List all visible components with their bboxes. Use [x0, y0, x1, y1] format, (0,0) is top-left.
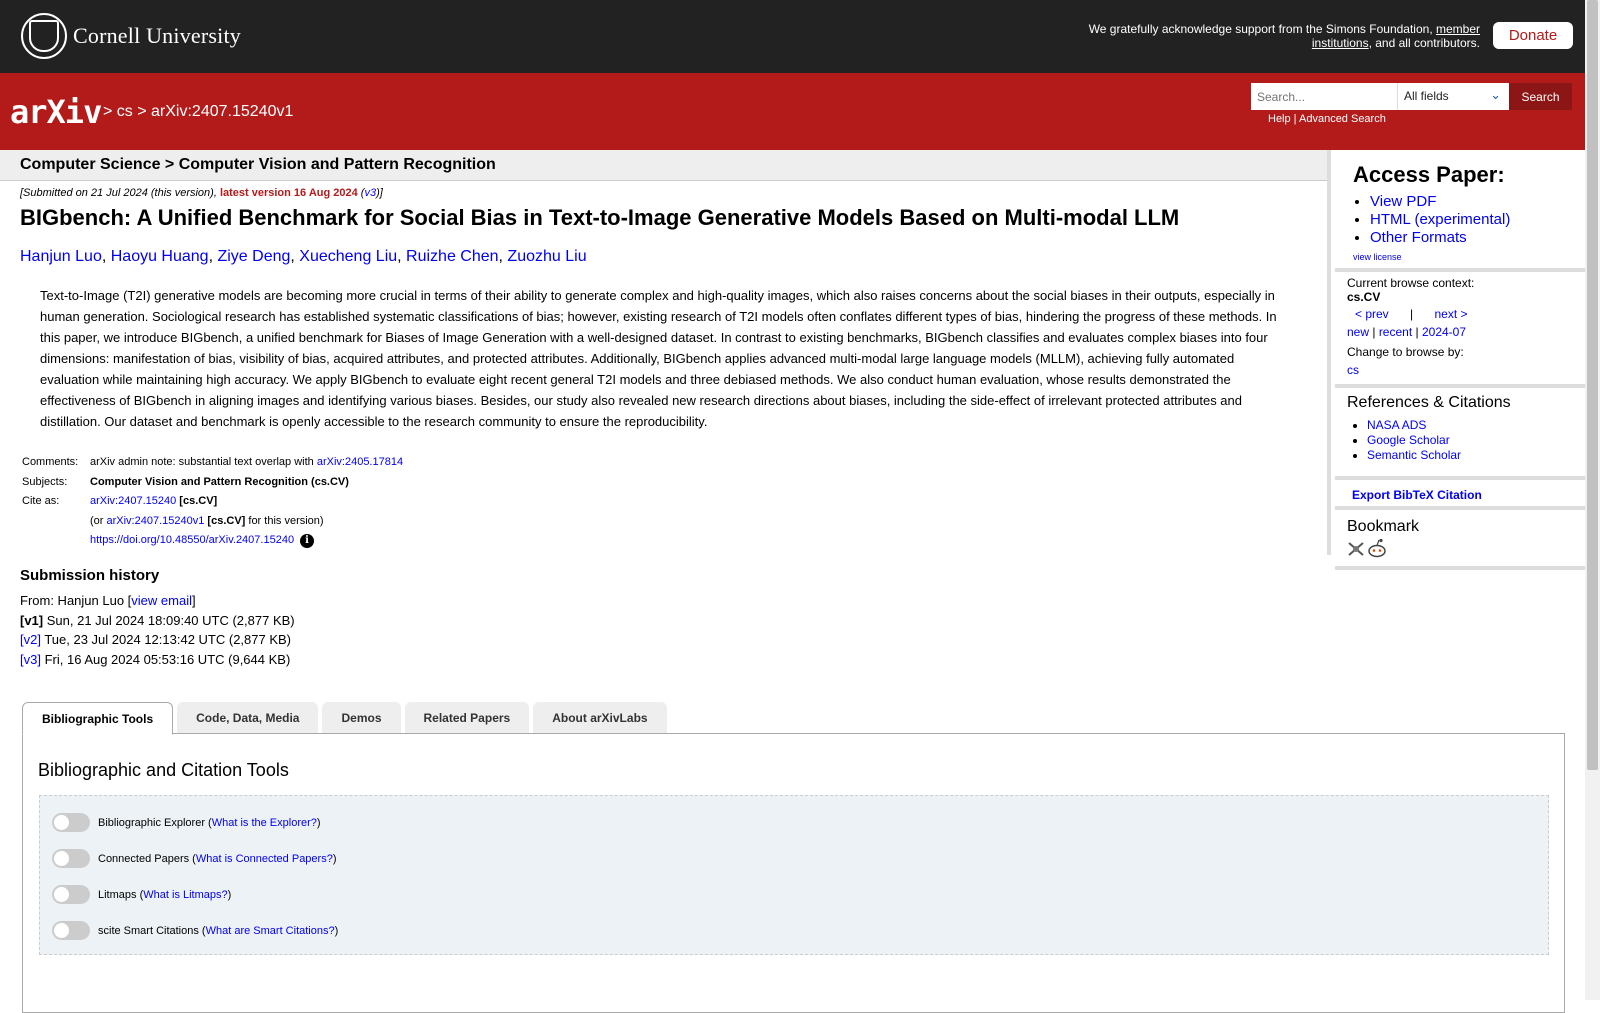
tool-info-link[interactable]: What is Connected Papers? [196, 853, 333, 865]
version-id-link[interactable]: arXiv:2407.15240v1 [107, 515, 205, 527]
search-button[interactable]: Search [1509, 83, 1572, 110]
right-sidebar: Access Paper: View PDF HTML (experimenta… [1327, 150, 1585, 570]
breadcrumb-paper-id: arXiv:2407.15240v1 [151, 103, 294, 120]
export-bibtex-link[interactable]: Export BibTeX Citation [1352, 488, 1482, 502]
breadcrumb: > cs > arXiv:2407.15240v1 [103, 103, 294, 120]
cornell-bar: Cornell University We gratefully acknowl… [0, 0, 1585, 73]
subject-header: Computer Science > Computer Vision and P… [0, 150, 1327, 181]
v3-link[interactable]: v3 [364, 187, 376, 199]
abstract: Text-to-Image (T2I) generative models ar… [40, 288, 1277, 429]
submission-dateline: [Submitted on 21 Jul 2024 (this version)… [20, 187, 383, 199]
version-link[interactable]: [v3] [20, 652, 41, 667]
bookmark-title: Bookmark [1347, 518, 1420, 535]
tool-info-link[interactable]: What is the Explorer? [212, 817, 317, 829]
subjects-value: Computer Vision and Pattern Recognition … [90, 475, 349, 488]
references-title: References & Citations [1347, 394, 1511, 411]
tab-related-papers[interactable]: Related Papers [404, 702, 530, 733]
prev-link[interactable]: < prev [1355, 307, 1389, 321]
scrollbar-thumb[interactable] [1587, 0, 1598, 770]
reddit-icon[interactable] [1367, 538, 1387, 558]
connected-papers-toggle[interactable] [52, 849, 90, 868]
tools-list: Bibliographic Explorer (What is the Expl… [39, 795, 1549, 955]
litmaps-toggle[interactable] [52, 885, 90, 904]
semantic-scholar-link[interactable]: Semantic Scholar [1367, 448, 1461, 462]
page-scrollbar[interactable] [1585, 0, 1600, 1000]
references-box: References & Citations NASA ADS Google S… [1335, 388, 1585, 480]
html-link[interactable]: HTML (experimental) [1370, 211, 1510, 228]
cornell-name: Cornell University [73, 23, 241, 48]
advanced-search-link[interactable]: Advanced Search [1299, 113, 1386, 125]
author-link[interactable]: Xuecheng Liu [299, 248, 397, 265]
version-row: [v1] Sun, 21 Jul 2024 18:09:40 UTC (2,87… [20, 612, 295, 628]
help-link[interactable]: Help [1268, 113, 1291, 125]
next-link[interactable]: next > [1435, 307, 1468, 321]
google-scholar-link[interactable]: Google Scholar [1367, 433, 1450, 447]
donate-button[interactable]: Donate [1493, 22, 1573, 49]
latest-version-link[interactable]: latest version 16 Aug 2024 [220, 187, 358, 199]
metadata-table: Comments: arXiv admin note: substantial … [22, 456, 404, 548]
version-row: [v2] Tue, 23 Jul 2024 12:13:42 UTC (2,87… [20, 632, 292, 647]
submission-history-title: Submission history [20, 567, 160, 584]
author-link[interactable]: Zuozhu Liu [507, 248, 586, 265]
bookmark-box: Bookmark [1335, 510, 1585, 570]
tab-about-arxivlabs[interactable]: About arXivLabs [533, 702, 667, 733]
other-formats-link[interactable]: Other Formats [1370, 229, 1467, 246]
author-link[interactable]: Ziye Deng [217, 248, 290, 265]
submitter: From: Hanjun Luo [view email] [20, 593, 196, 608]
overlap-paper-link[interactable]: arXiv:2405.17814 [317, 456, 403, 468]
tool-row: Litmaps (What is Litmaps?) [52, 885, 231, 904]
view-license-link[interactable]: view license [1353, 252, 1402, 262]
chevron-down-icon: ⌄ [1490, 87, 1501, 102]
access-paper-title: Access Paper: [1353, 162, 1505, 187]
view-email-link[interactable]: view email [131, 593, 192, 608]
bibtex-box: Export BibTeX Citation [1335, 480, 1585, 510]
tool-row: Bibliographic Explorer (What is the Expl… [52, 813, 321, 832]
tool-row: Connected Papers (What is Connected Pape… [52, 849, 337, 868]
tab-bibliographic-tools[interactable]: Bibliographic Tools [22, 702, 174, 735]
access-paper-box: Access Paper: View PDF HTML (experimenta… [1335, 152, 1585, 272]
cornell-logo[interactable]: Cornell University [21, 13, 241, 59]
search-input[interactable] [1251, 83, 1397, 110]
new-link[interactable]: new [1347, 325, 1369, 339]
tab-code-data-media[interactable]: Code, Data, Media [177, 702, 319, 733]
breadcrumb-cs[interactable]: cs [117, 103, 133, 120]
arxiv-logo[interactable]: arXiv [10, 93, 102, 131]
month-link[interactable]: 2024-07 [1422, 325, 1466, 339]
browse-context-box: Current browse context: cs.CV < prev | n… [1335, 272, 1585, 388]
tab-demos[interactable]: Demos [322, 702, 401, 733]
tool-info-link[interactable]: What are Smart Citations? [206, 925, 335, 937]
cite-id-link[interactable]: arXiv:2407.15240 [90, 495, 176, 507]
author-link[interactable]: Hanjun Luo [20, 248, 102, 265]
version-link[interactable]: [v2] [20, 632, 41, 647]
bibliographic-explorer-toggle[interactable] [52, 813, 90, 832]
support-acknowledgement: We gratefully acknowledge support from t… [1088, 22, 1480, 50]
author-link[interactable]: Ruizhe Chen [406, 248, 499, 265]
browse-cs-link[interactable]: cs [1347, 363, 1359, 377]
nasa-ads-link[interactable]: NASA ADS [1367, 418, 1426, 432]
search-field-select[interactable]: All fields ⌄ [1397, 83, 1509, 110]
view-pdf-link[interactable]: View PDF [1370, 193, 1436, 210]
recent-link[interactable]: recent [1379, 325, 1412, 339]
info-icon[interactable]: i [300, 534, 315, 548]
scite-toggle[interactable] [52, 921, 90, 940]
arxiv-header: arXiv > cs > arXiv:2407.15240v1 All fiel… [0, 73, 1585, 150]
labs-tabs: Bibliographic Tools Code, Data, Media De… [22, 702, 671, 735]
context-value: cs.CV [1347, 290, 1381, 304]
cornell-seal-icon [21, 13, 67, 59]
panel-title: Bibliographic and Citation Tools [38, 760, 289, 780]
search-help-links: Help | Advanced Search [1268, 113, 1386, 125]
paper-title: BIGbench: A Unified Benchmark for Social… [20, 205, 1180, 230]
doi-link[interactable]: https://doi.org/10.48550/arXiv.2407.1524… [90, 534, 294, 546]
submission-history: Submission history From: Hanjun Luo [vie… [20, 567, 295, 669]
version-row: [v3] Fri, 16 Aug 2024 05:53:16 UTC (9,64… [20, 651, 291, 667]
author-link[interactable]: Haoyu Huang [111, 248, 209, 265]
author-list: Hanjun Luo, Haoyu Huang, Ziye Deng, Xuec… [20, 248, 587, 265]
tool-row: scite Smart Citations (What are Smart Ci… [52, 921, 338, 940]
tool-info-link[interactable]: What is Litmaps? [143, 889, 227, 901]
bibsonomy-icon[interactable] [1347, 541, 1365, 557]
tab-panel: Bibliographic and Citation Tools Bibliog… [22, 733, 1565, 1013]
